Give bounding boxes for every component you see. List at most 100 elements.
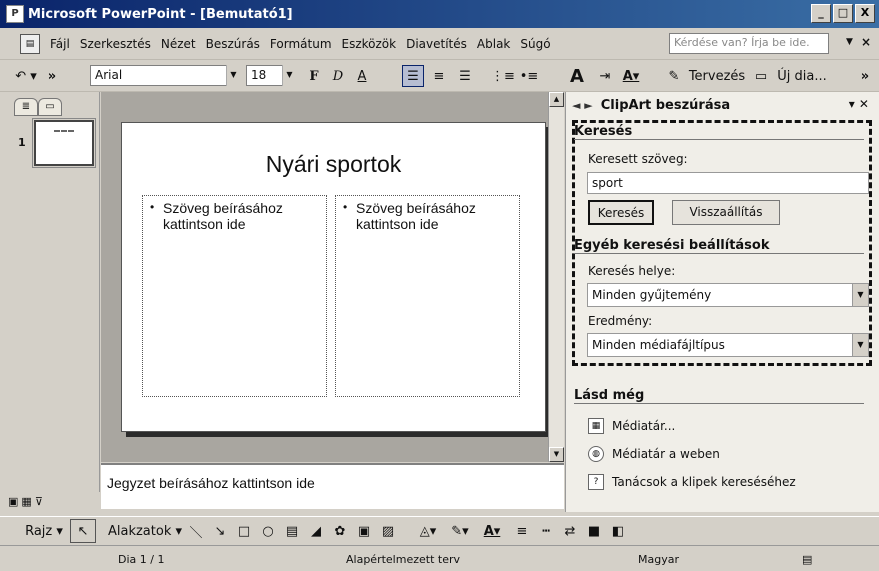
right-placeholder-text: Szöveg beírásához kattintson ide	[356, 200, 476, 232]
clipart-icon[interactable]: ▣	[354, 519, 374, 543]
close-button[interactable]: X	[855, 4, 875, 23]
help-icon: ?	[588, 474, 604, 490]
indent-icon[interactable]: ⇥	[594, 65, 616, 87]
reset-button[interactable]: Visszaállítás	[672, 200, 780, 225]
back-forward-icon[interactable]: ◄ ►	[572, 99, 593, 112]
help-dropdown-icon[interactable]: ▼	[846, 37, 853, 47]
font-size-dropdown-icon[interactable]: ▼	[282, 65, 296, 86]
bold-button[interactable]: F	[304, 65, 324, 87]
toolbar-options-icon[interactable]: »	[44, 65, 60, 87]
search-section-heading: Keresés	[574, 124, 864, 140]
search-text-input[interactable]: sport	[587, 172, 869, 194]
line-color-icon[interactable]: ✎▾	[446, 519, 474, 543]
line-icon[interactable]: ＼	[186, 519, 206, 543]
normal-view-icon[interactable]: ▣	[8, 495, 18, 508]
new-slide-button[interactable]: Új dia...	[770, 65, 834, 87]
spelling-status-icon: ▤	[802, 553, 813, 566]
menu-slideshow[interactable]: Diavetítés	[406, 37, 477, 51]
formatting-toolbar: ↶ ▾ » Arial ▼ 18 ▼ F D A ☰ ≡ ☰ ⋮≡ •≡ A ⇥…	[0, 60, 879, 92]
restore-button[interactable]: □	[833, 4, 853, 23]
media-web-link[interactable]: ◍ Médiatár a weben	[588, 446, 720, 462]
scroll-down-icon[interactable]: ▼	[549, 447, 564, 462]
italic-button[interactable]: D	[328, 65, 348, 87]
toolbar-more-icon[interactable]: »	[858, 65, 872, 87]
select-pointer-icon[interactable]: ↖	[70, 519, 96, 543]
font-name-select[interactable]: Arial	[90, 65, 240, 86]
search-tips-link[interactable]: ? Tanácsok a klipek kereséséhez	[588, 474, 796, 490]
shadow-icon[interactable]: ■	[584, 519, 604, 543]
design-button[interactable]: Tervezés	[686, 65, 748, 87]
media-library-label: Médiatár...	[612, 419, 676, 433]
search-tips-label: Tanácsok a klipek kereséséhez	[612, 475, 796, 489]
increase-font-icon[interactable]: A	[566, 65, 588, 87]
clipart-task-pane: ◄ ► ClipArt beszúrása ▾ ✕ Keresés Kerese…	[565, 92, 879, 512]
media-library-link[interactable]: ▦ Médiatár...	[588, 418, 675, 434]
document-close-button[interactable]: ×	[861, 35, 871, 49]
left-content-placeholder[interactable]: • Szöveg beírásához kattintson ide	[142, 195, 327, 397]
arrow-icon[interactable]: ↘	[210, 519, 230, 543]
menu-help[interactable]: Súgó	[520, 37, 560, 51]
slideshow-view-icon[interactable]: ⊽	[35, 495, 43, 508]
help-question-input[interactable]: Kérdése van? Írja be ide.	[669, 33, 829, 54]
powerpoint-app-icon[interactable]: P	[6, 5, 24, 23]
new-slide-icon[interactable]: ▭	[752, 65, 770, 87]
align-right-icon[interactable]: ☰	[454, 65, 476, 87]
bullets-icon[interactable]: •≡	[518, 65, 540, 87]
picture-icon[interactable]: ▨	[378, 519, 398, 543]
design-icon[interactable]: ✎	[664, 65, 684, 87]
vertical-scrollbar[interactable]: ▲ ▼	[548, 92, 564, 462]
3d-icon[interactable]: ◧	[608, 519, 628, 543]
line-style-icon[interactable]: ≡	[512, 519, 532, 543]
outline-tab-icon[interactable]: ≣	[14, 98, 38, 116]
oval-icon[interactable]: ○	[258, 519, 278, 543]
slide-title[interactable]: Nyári sportok	[122, 151, 545, 178]
menu-window[interactable]: Ablak	[477, 37, 520, 51]
autoshapes-button[interactable]: Alakzatok ▾	[108, 519, 182, 543]
right-content-placeholder[interactable]: • Szöveg beírásához kattintson ide	[335, 195, 520, 397]
other-options-heading: Egyéb keresési beállítások	[574, 238, 864, 254]
font-color-icon[interactable]: A▾	[618, 65, 644, 87]
task-pane-close-icon[interactable]: ▾ ✕	[849, 97, 869, 111]
textbox-icon[interactable]: ▤	[282, 519, 302, 543]
slide-canvas[interactable]: Nyári sportok • Szöveg beírásához kattin…	[121, 122, 546, 432]
notes-pane[interactable]: Jegyzet beírásához kattintson ide	[101, 463, 564, 509]
diagram-icon[interactable]: ✿	[330, 519, 350, 543]
dash-style-icon[interactable]: ┅	[536, 519, 556, 543]
fill-color-icon[interactable]: ◬▾	[414, 519, 442, 543]
slide-counter: Dia 1 / 1	[118, 553, 165, 566]
draw-font-color-icon[interactable]: A▾	[478, 519, 506, 543]
menu-insert[interactable]: Beszúrás	[206, 37, 270, 51]
result-type-select[interactable]: Minden médiafájltípus ▼	[587, 333, 869, 357]
result-dropdown-icon[interactable]: ▼	[852, 334, 868, 356]
arrow-style-icon[interactable]: ⇄	[560, 519, 580, 543]
scroll-up-icon[interactable]: ▲	[549, 92, 564, 107]
document-icon[interactable]: ▤	[20, 33, 40, 54]
bullet-icon: •	[150, 200, 155, 214]
underline-button[interactable]: A	[352, 65, 372, 87]
menu-edit[interactable]: Szerkesztés	[80, 37, 161, 51]
align-left-icon[interactable]: ☰	[402, 65, 424, 87]
align-center-icon[interactable]: ≡	[428, 65, 450, 87]
wordart-icon[interactable]: ◢	[306, 519, 326, 543]
location-dropdown-icon[interactable]: ▼	[852, 284, 868, 306]
undo-button[interactable]: ↶ ▾	[12, 65, 40, 87]
menu-file[interactable]: Fájl	[50, 37, 80, 51]
menu-format[interactable]: Formátum	[270, 37, 342, 51]
status-bar: Dia 1 / 1 Alapértelmezett terv Magyar ▤	[0, 548, 879, 571]
slide-editing-area: Nyári sportok • Szöveg beírásához kattin…	[101, 92, 556, 462]
menu-view[interactable]: Nézet	[161, 37, 206, 51]
slide-thumbnail[interactable]	[32, 118, 96, 168]
location-select[interactable]: Minden gyűjtemény ▼	[587, 283, 869, 307]
menu-tools[interactable]: Eszközök	[342, 37, 407, 51]
window-title: Microsoft PowerPoint - [Bemutató1]	[28, 6, 293, 22]
font-name-dropdown-icon[interactable]: ▼	[226, 65, 240, 86]
numbering-icon[interactable]: ⋮≡	[491, 65, 515, 87]
minimize-button[interactable]: _	[811, 4, 831, 23]
slides-tab-icon[interactable]: ▭	[38, 98, 62, 116]
draw-menu-button[interactable]: Rajz ▾	[22, 519, 66, 543]
search-button[interactable]: Keresés	[588, 200, 654, 225]
location-value: Minden gyűjtemény	[592, 288, 712, 302]
slide-sorter-icon[interactable]: ▦	[21, 495, 31, 508]
rectangle-icon[interactable]: □	[234, 519, 254, 543]
slide-number: 1	[18, 136, 26, 149]
